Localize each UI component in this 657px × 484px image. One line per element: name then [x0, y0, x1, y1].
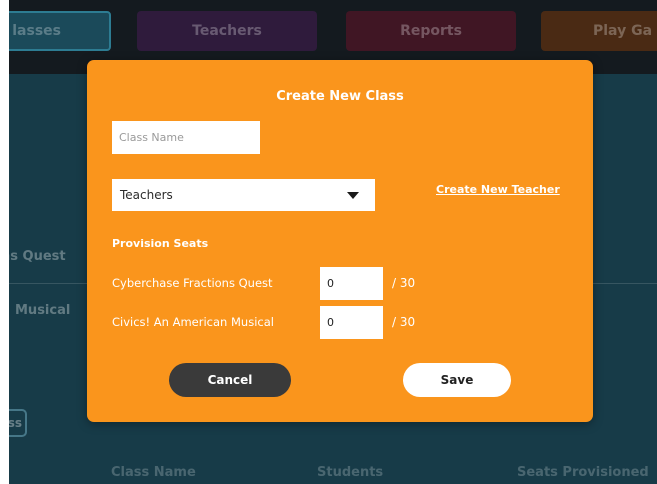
teachers-select-value: Teachers: [120, 188, 173, 202]
tab-classes[interactable]: lasses: [9, 11, 111, 51]
seat-row: Cyberchase Fractions Quest / 30: [87, 267, 593, 300]
bg-game-label: Musical: [15, 303, 71, 318]
tab-play-games[interactable]: Play Ga: [541, 11, 657, 51]
seat-max-label: / 30: [392, 276, 416, 290]
column-header: Students: [317, 465, 384, 480]
seat-row: Civics! An American Musical / 30: [87, 306, 593, 339]
tab-teachers[interactable]: Teachers: [137, 11, 317, 51]
seat-max-label: / 30: [392, 315, 416, 329]
class-name-input[interactable]: [112, 121, 260, 154]
create-new-teacher-link[interactable]: Create New Teacher: [436, 183, 560, 196]
seat-game-label: Cyberchase Fractions Quest: [112, 276, 273, 290]
caret-down-icon: [347, 192, 359, 199]
seat-count-input[interactable]: [320, 306, 383, 339]
seat-count-input[interactable]: [320, 267, 383, 300]
column-header: Class Name: [111, 465, 196, 480]
teachers-select[interactable]: Teachers: [112, 179, 375, 211]
modal-title: Create New Class: [276, 89, 404, 104]
provision-seats-heading: Provision Seats: [112, 237, 209, 250]
bg-add-class-button[interactable]: ss: [9, 409, 27, 437]
cancel-button[interactable]: Cancel: [169, 363, 291, 397]
seat-game-label: Civics! An American Musical: [112, 315, 274, 329]
save-button[interactable]: Save: [403, 363, 511, 397]
create-class-modal: Create New Class Teachers Create New Tea…: [87, 60, 593, 422]
tab-reports[interactable]: Reports: [346, 11, 516, 51]
column-header: Seats Provisioned: [517, 465, 649, 480]
bg-game-label: ns Quest: [9, 249, 66, 264]
